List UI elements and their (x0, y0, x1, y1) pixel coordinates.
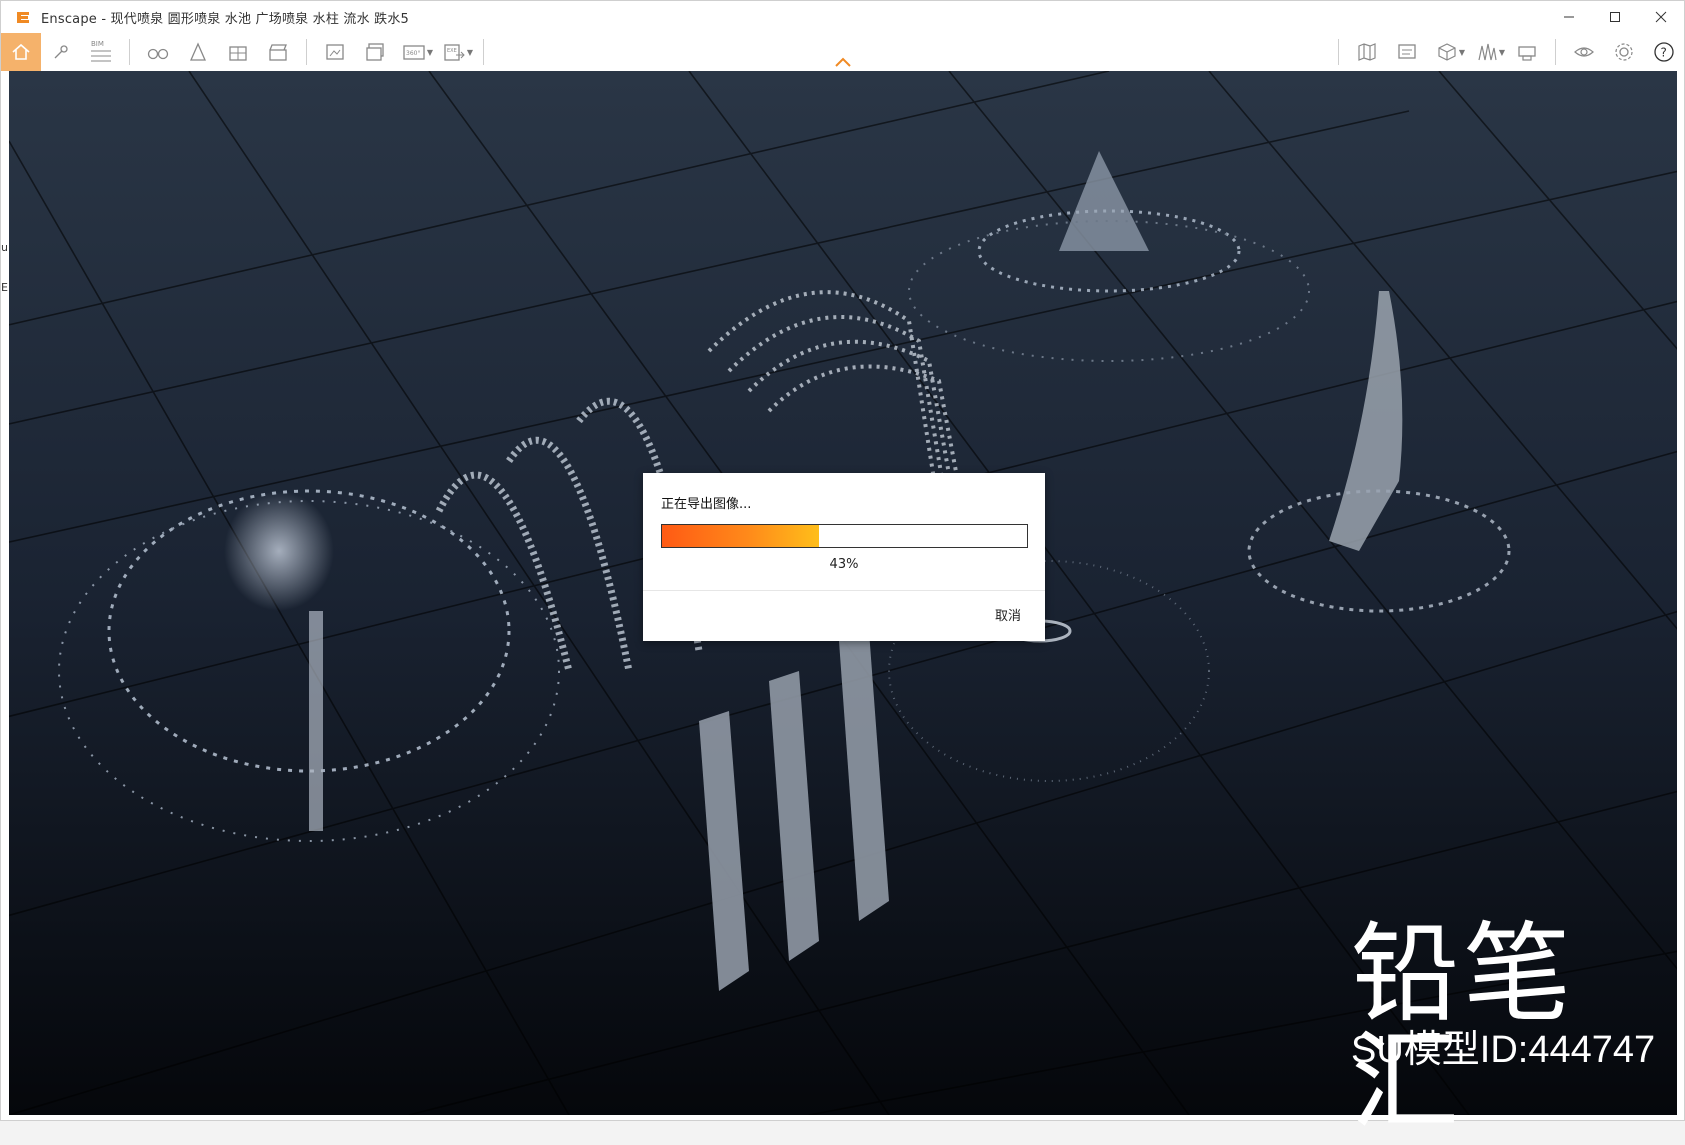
atmosphere-icon (1478, 43, 1497, 61)
toolbar-divider (1338, 39, 1339, 65)
help-button[interactable]: ? (1644, 33, 1684, 71)
capture-button[interactable] (1507, 33, 1547, 71)
progress-percent-label: 43% (829, 557, 859, 572)
settings-icon (1615, 43, 1633, 61)
bim-button[interactable]: BIM (81, 33, 121, 71)
material-editor-button[interactable] (218, 33, 258, 71)
enscape-window: Enscape - 现代喷泉 圆形喷泉 水池 广场喷泉 水柱 流水 跌水5 BI… (0, 0, 1685, 1137)
settings-button[interactable] (1604, 33, 1644, 71)
enscape-logo-icon (15, 1, 37, 33)
binoculars-button[interactable] (138, 33, 178, 71)
dialog-title: 正在导出图像... (661, 497, 752, 512)
svg-text:?: ? (1661, 46, 1667, 60)
panorama-icon: 360° (403, 45, 425, 60)
batch-render-button[interactable] (355, 33, 395, 71)
title-bar: Enscape - 现代喷泉 圆形喷泉 水池 广场喷泉 水柱 流水 跌水5 (1, 1, 1684, 33)
progress-fill (662, 525, 819, 547)
svg-text:EXE: EXE (447, 48, 457, 54)
export-icon: EXE (444, 44, 465, 61)
chevron-down-icon: ▼ (1498, 48, 1505, 57)
asset-library-icon (190, 42, 206, 61)
toolbar-right: ▼ ▼ ? (1330, 33, 1684, 71)
left-strip-char: E (1, 281, 8, 294)
collapse-toolbar-chevron[interactable] (834, 53, 852, 72)
svg-text:BIM: BIM (91, 40, 104, 48)
annotation-button[interactable] (1387, 33, 1427, 71)
export-button[interactable]: EXE ▼ (435, 33, 475, 71)
toolbar-divider (306, 39, 307, 65)
chevron-up-icon (835, 57, 851, 67)
capture-icon (1518, 46, 1536, 61)
atmosphere-button[interactable]: ▼ (1467, 33, 1507, 71)
minimize-button[interactable] (1546, 1, 1592, 33)
map-icon (1358, 43, 1376, 61)
batch-render-icon (366, 43, 384, 61)
toolbar-divider (483, 39, 484, 65)
chevron-down-icon: ▼ (466, 48, 473, 57)
bim-icon: BIM (91, 40, 111, 62)
visibility-button[interactable] (1564, 33, 1604, 71)
model-id-label: SU模型ID:444747 (1351, 1029, 1656, 1071)
screenshot-icon (326, 44, 344, 60)
binoculars-icon (147, 48, 169, 60)
asset-library-button[interactable] (178, 33, 218, 71)
chevron-down-icon: ▼ (426, 48, 433, 57)
maximize-icon (1610, 12, 1620, 22)
close-icon (1655, 11, 1667, 23)
video-editor-icon (269, 44, 287, 61)
window-title: Enscape - 现代喷泉 圆形喷泉 水池 广场喷泉 水柱 流水 跌水5 (41, 11, 410, 27)
visibility-icon (1574, 47, 1594, 57)
collaborative-annotation-icon (1398, 44, 1416, 59)
help-icon: ? (1654, 42, 1674, 62)
walk-mode-icon (54, 45, 68, 59)
dialog-divider (643, 590, 1045, 591)
home-button[interactable] (1, 33, 41, 71)
video-editor-button[interactable] (258, 33, 298, 71)
export-progress-bar (661, 524, 1028, 548)
svg-text:360°: 360° (406, 50, 420, 57)
chevron-down-icon: ▼ (1458, 48, 1465, 57)
cancel-button[interactable]: 取消 (995, 605, 1021, 624)
cube-view-button[interactable]: ▼ (1427, 33, 1467, 71)
background-app-strip: u E (1, 71, 9, 1115)
map-button[interactable] (1347, 33, 1387, 71)
left-strip-char: u (1, 241, 8, 254)
close-button[interactable] (1638, 1, 1684, 33)
walk-mode-button[interactable] (41, 33, 81, 71)
panorama-button[interactable]: 360° ▼ (395, 33, 435, 71)
toolbar-divider (129, 39, 130, 65)
home-icon (12, 43, 30, 60)
export-progress-dialog: 正在导出图像... 43% 取消 (643, 473, 1045, 641)
material-editor-icon (229, 46, 247, 61)
maximize-button[interactable] (1592, 1, 1638, 33)
minimize-icon (1564, 16, 1574, 18)
cube-view-icon (1438, 43, 1456, 61)
screenshot-button[interactable] (315, 33, 355, 71)
toolbar-divider (1555, 39, 1556, 65)
